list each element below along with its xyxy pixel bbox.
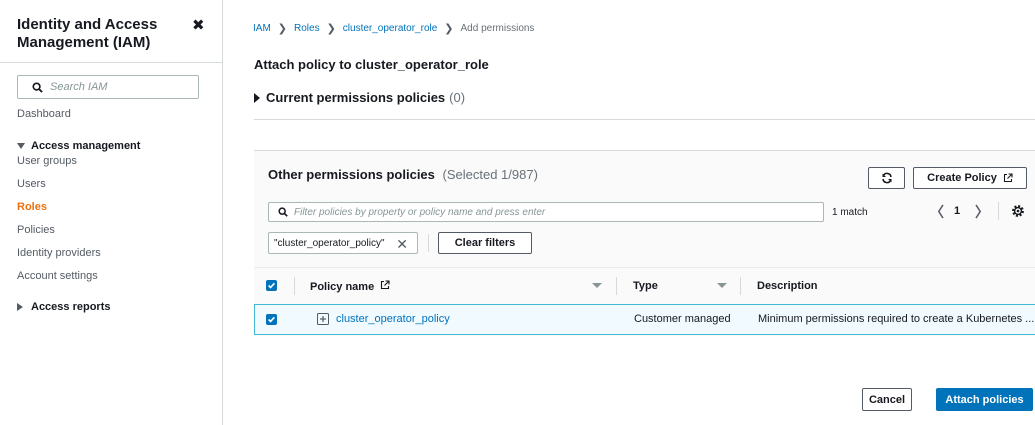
column-divider xyxy=(740,277,741,295)
chevron-right-icon: ❯ xyxy=(444,23,454,35)
policies-panel: Other permissions policies (Selected 1/9… xyxy=(254,150,1035,336)
sidebar-section-label: Access reports xyxy=(31,301,111,313)
sidebar-title: Identity and Access Management (IAM) xyxy=(17,16,158,51)
create-policy-label: Create Policy xyxy=(927,172,997,184)
caret-right-icon xyxy=(17,303,23,311)
filter-token-label: "cluster_operator_policy" xyxy=(274,237,385,249)
filter-input[interactable] xyxy=(294,206,794,218)
column-header-description[interactable]: Description xyxy=(757,280,818,292)
expand-plus-icon[interactable] xyxy=(317,313,329,325)
sidebar-item-account-settings[interactable]: Account settings xyxy=(17,270,98,282)
column-divider xyxy=(294,277,295,295)
breadcrumb-roles[interactable]: Roles xyxy=(294,23,320,34)
current-permissions-toggle[interactable]: Current permissions policies (0) xyxy=(254,90,465,105)
sort-down-icon[interactable] xyxy=(592,283,602,288)
create-policy-button[interactable]: Create Policy xyxy=(913,167,1027,189)
selected-count: (Selected 1/987) xyxy=(442,167,538,182)
match-count: 1 match xyxy=(832,207,868,218)
row-checkbox[interactable] xyxy=(266,314,277,325)
sidebar-item-dashboard[interactable]: Dashboard xyxy=(17,108,71,120)
sidebar-search[interactable] xyxy=(17,75,199,99)
sidebar-item-roles[interactable]: Roles xyxy=(17,201,47,213)
chevron-left-icon[interactable]: 〈 xyxy=(930,202,944,222)
cancel-button[interactable]: Cancel xyxy=(862,388,912,411)
check-icon xyxy=(268,316,275,323)
chevron-right-icon: ❯ xyxy=(277,23,287,35)
search-icon xyxy=(278,207,288,217)
policy-description: Minimum permissions required to create a… xyxy=(758,313,1035,325)
policy-type: Customer managed xyxy=(634,313,731,325)
refresh-icon xyxy=(881,172,892,184)
select-all-checkbox[interactable] xyxy=(266,280,277,291)
search-icon xyxy=(32,81,43,93)
external-link-icon xyxy=(381,280,390,290)
column-label: Policy name xyxy=(310,281,375,293)
caret-right-icon xyxy=(254,92,260,103)
column-divider xyxy=(616,277,617,295)
sidebar-item-policies[interactable]: Policies xyxy=(17,224,55,236)
pager-divider xyxy=(998,202,999,220)
sidebar-section-access-reports[interactable]: Access reports xyxy=(17,301,111,313)
gear-icon[interactable] xyxy=(1011,204,1025,218)
table-row[interactable]: cluster_operator_policy Customer managed… xyxy=(254,304,1035,335)
caret-down-icon xyxy=(17,143,25,149)
page-title: Attach policy to cluster_operator_role xyxy=(254,57,489,72)
filter-token: "cluster_operator_policy" ✕ xyxy=(268,232,418,254)
page-number[interactable]: 1 xyxy=(954,205,960,217)
check-icon xyxy=(268,282,275,289)
policy-name-link[interactable]: cluster_operator_policy xyxy=(336,313,450,325)
chevron-right-icon: ❯ xyxy=(326,23,336,35)
filter-field[interactable] xyxy=(268,202,824,222)
token-divider xyxy=(428,234,429,252)
panel-title-label: Other permissions policies xyxy=(268,167,435,182)
sidebar-item-identity-providers[interactable]: Identity providers xyxy=(17,247,101,259)
divider xyxy=(254,119,1035,120)
sidebar-section-access-management[interactable]: Access management xyxy=(17,140,140,152)
sidebar-section-label: Access management xyxy=(31,140,141,152)
sidebar-divider xyxy=(0,62,222,63)
column-header-policy-name[interactable]: Policy name xyxy=(310,280,390,293)
breadcrumb: IAM ❯ Roles ❯ cluster_operator_role ❯ Ad… xyxy=(253,22,534,35)
close-icon[interactable]: ✖ xyxy=(192,16,205,34)
search-input[interactable] xyxy=(50,81,190,93)
chevron-right-icon[interactable]: 〉 xyxy=(975,202,989,222)
sidebar-item-user-groups[interactable]: User groups xyxy=(17,155,77,167)
panel-title: Other permissions policies (Selected 1/9… xyxy=(268,167,538,182)
breadcrumb-role[interactable]: cluster_operator_role xyxy=(343,23,438,34)
sidebar: Identity and Access Management (IAM) ✖ D… xyxy=(0,0,223,425)
sort-down-icon[interactable] xyxy=(717,283,727,288)
column-header-type[interactable]: Type xyxy=(633,280,658,292)
breadcrumb-current: Add permissions xyxy=(460,23,535,34)
attach-policies-button[interactable]: Attach policies xyxy=(936,388,1033,411)
close-icon[interactable]: ✕ xyxy=(396,236,408,253)
current-permissions-count: (0) xyxy=(449,90,466,105)
table-header: Policy name Type Description xyxy=(254,267,1035,303)
sidebar-item-users[interactable]: Users xyxy=(17,178,46,190)
breadcrumb-iam[interactable]: IAM xyxy=(253,23,271,34)
clear-filters-button[interactable]: Clear filters xyxy=(438,232,532,254)
refresh-button[interactable] xyxy=(868,167,905,189)
external-link-icon xyxy=(1003,173,1013,183)
current-permissions-label: Current permissions policies xyxy=(266,90,446,105)
